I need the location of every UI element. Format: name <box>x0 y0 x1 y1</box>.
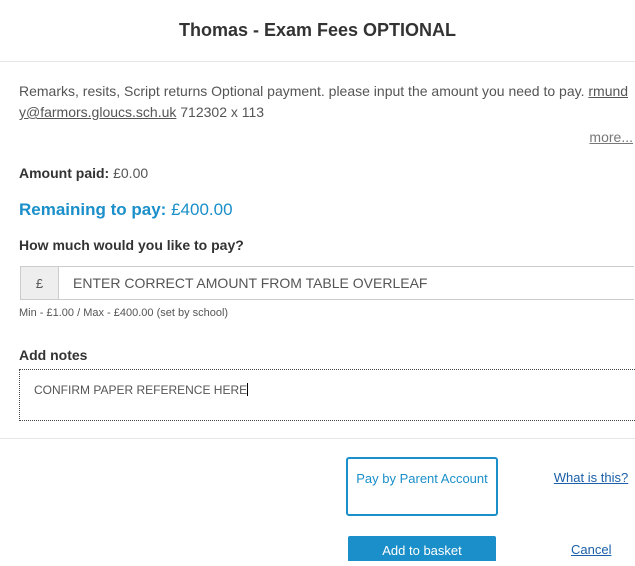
currency-symbol: £ <box>21 267 59 299</box>
footer-divider <box>0 438 635 439</box>
amount-limits: Min - £1.00 / Max - £400.00 (set by scho… <box>19 307 229 319</box>
notes-label: Add notes <box>19 347 88 363</box>
cancel-link[interactable]: Cancel <box>571 542 611 557</box>
amount-paid-value: £0.00 <box>109 165 149 181</box>
more-link[interactable]: more... <box>589 129 633 145</box>
amount-question: How much would you like to pay? <box>19 237 244 253</box>
text-cursor <box>247 383 249 396</box>
description-text: Remarks, resits, Script returns Optional… <box>19 83 589 99</box>
amount-input[interactable] <box>59 267 634 299</box>
modal-title: Thomas - Exam Fees OPTIONAL <box>178 20 457 40</box>
remaining-label: Remaining to pay: <box>19 200 167 219</box>
what-is-this-link[interactable]: What is this? <box>547 468 635 487</box>
amount-input-group: £ <box>20 266 634 300</box>
payment-description: Remarks, resits, Script returns Optional… <box>19 81 633 123</box>
remaining-to-pay: Remaining to pay: £400.00 <box>19 200 233 220</box>
amount-paid-label: Amount paid: <box>19 165 110 181</box>
remaining-value: £400.00 <box>166 200 233 219</box>
notes-text: CONFIRM PAPER REFERENCE HERE <box>34 383 248 397</box>
header-divider <box>0 61 635 62</box>
notes-textarea[interactable]: CONFIRM PAPER REFERENCE HERE <box>19 369 635 421</box>
pay-by-parent-account-button[interactable]: Pay by Parent Account <box>346 457 498 516</box>
amount-paid: Amount paid: £0.00 <box>19 165 148 181</box>
add-to-basket-button[interactable]: Add to basket <box>348 536 496 561</box>
contact-phone: 712302 x 113 <box>176 104 265 120</box>
